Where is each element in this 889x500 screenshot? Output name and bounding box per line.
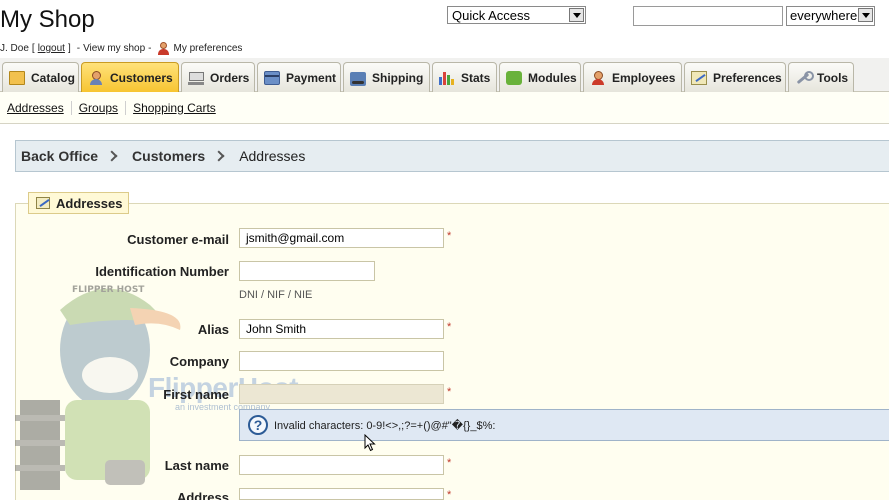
search-scope-value: everywhere [790,8,858,23]
breadcrumb-customers[interactable]: Customers [132,148,205,164]
chevron-down-icon[interactable] [569,8,584,22]
subtab-shopping-carts[interactable]: Shopping Carts [125,100,223,115]
customer-icon [88,70,104,85]
edit-icon [36,197,50,209]
quick-access-select[interactable]: Quick Access [447,6,586,24]
view-shop-link[interactable]: View my shop [83,43,145,54]
logout-link[interactable]: logout [38,43,65,54]
tooltip-text: Invalid characters: 0-9!<>,;?=+()@#"�{}_… [274,419,496,432]
tab-shipping[interactable]: Shipping [343,62,430,92]
shop-title: My Shop [0,6,95,33]
folder-icon [9,70,25,85]
breadcrumb-back-office[interactable]: Back Office [21,148,98,164]
quick-access-value: Quick Access [452,8,531,23]
search-scope-select[interactable]: everywhere [786,6,875,26]
first-name-label: First name [163,387,229,402]
bar-chart-icon [439,71,455,85]
pencil-icon [691,70,707,85]
tab-payment[interactable]: Payment [257,62,341,92]
last-name-field[interactable] [239,455,444,475]
help-icon: ? [248,415,268,435]
chevron-right-icon [217,150,225,162]
tab-modules[interactable]: Modules [499,62,581,92]
search-input[interactable] [633,6,783,26]
tab-label: Orders [210,70,250,85]
breadcrumb: Back Office Customers Addresses [15,140,889,172]
fieldset-legend: Addresses [28,192,130,214]
tab-label: Modules [528,70,577,85]
company-label: Company [169,354,229,369]
required-marker: * [447,457,452,469]
tab-label: Shipping [372,70,424,85]
alias-label: Alias [197,322,229,337]
breadcrumb-addresses: Addresses [239,148,306,164]
bracket-close: ] [67,43,71,54]
address-field[interactable] [239,488,444,500]
user-bar: J. Doe [ logout ] - View my shop - My pr… [0,42,242,55]
mouse-cursor-icon [364,434,376,452]
id-number-field[interactable] [239,261,375,281]
separator-dash: - [76,43,81,54]
tab-tools[interactable]: Tools [788,62,854,92]
tab-customers[interactable]: Customers [81,62,179,92]
customer-email-field[interactable]: jsmith@gmail.com [239,228,444,248]
company-field[interactable] [239,351,444,371]
legend-text: Addresses [56,195,123,211]
address-label: Address [176,490,229,500]
puzzle-icon [506,70,522,85]
main-tab-bar: Catalog Customers Orders Payment Shippin… [0,58,889,92]
subtab-groups[interactable]: Groups [70,100,125,115]
watermark-cap-text: FLIPPER HOST [72,285,145,295]
cart-icon [188,71,204,85]
user-name: J. Doe [0,43,29,54]
header: My Shop J. Doe [ logout ] - View my shop… [0,0,889,58]
required-marker: * [447,230,452,242]
employee-icon [590,70,606,85]
credit-card-icon [264,70,280,85]
alias-field[interactable]: John Smith [239,319,444,339]
id-number-hint: DNI / NIF / NIE [239,289,313,301]
invalid-characters-tooltip: ? Invalid characters: 0-9!<>,;?=+()@#"�{… [239,409,889,441]
chevron-down-icon[interactable] [858,8,873,22]
required-marker: * [447,386,452,398]
bracket-open: [ [31,43,35,54]
subtab-addresses[interactable]: Addresses [7,101,71,115]
tab-employees[interactable]: Employees [583,62,682,92]
truck-icon [350,71,366,86]
subtab-bar: Addresses Groups Shopping Carts [0,92,889,124]
tab-label: Payment [286,70,337,85]
customer-email-label: Customer e-mail [127,232,229,247]
tab-label: Customers [110,70,173,85]
wrench-icon [795,70,814,85]
tab-catalog[interactable]: Catalog [2,62,79,92]
separator-dash: - [148,43,152,54]
required-marker: * [447,489,452,500]
tab-orders[interactable]: Orders [181,62,255,92]
tab-label: Preferences [713,70,782,85]
tab-stats[interactable]: Stats [432,62,497,92]
first-name-field[interactable] [239,384,444,404]
tab-preferences[interactable]: Preferences [684,62,786,92]
required-marker: * [447,321,452,333]
tab-label: Stats [461,70,491,85]
tab-label: Tools [817,70,849,85]
tab-label: Employees [612,70,676,85]
chevron-right-icon [110,150,118,162]
tab-label: Catalog [31,70,76,85]
user-preferences-icon [157,42,170,55]
last-name-label: Last name [164,458,229,473]
id-number-label: Identification Number [95,264,229,279]
my-preferences-link[interactable]: My preferences [173,43,242,54]
